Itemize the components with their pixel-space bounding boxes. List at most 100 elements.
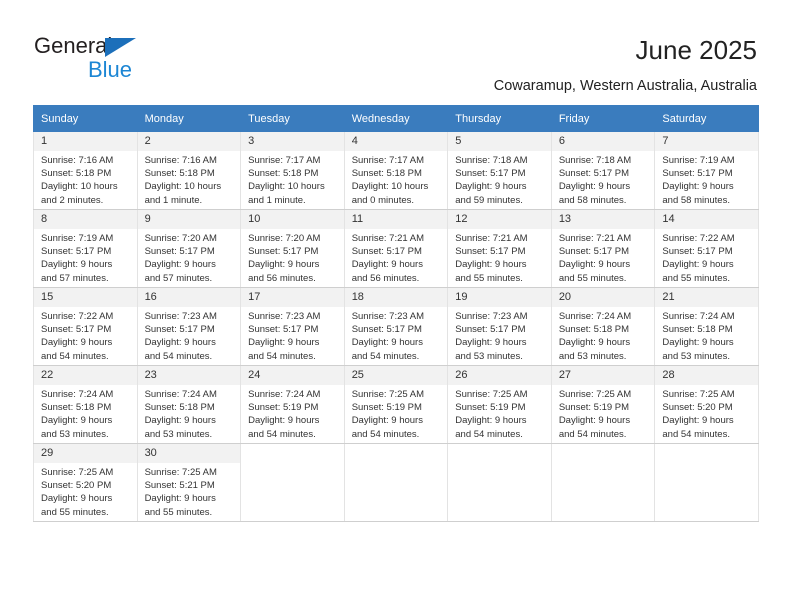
day-number — [344, 444, 448, 450]
sunset-text: Sunset: 5:18 PM — [558, 324, 630, 336]
sunrise-text: Sunrise: 7:23 AM — [144, 311, 217, 322]
logo-text-general: General — [34, 33, 113, 58]
day-cell[interactable]: 28 Sunrise: 7:25 AM Sunset: 5:20 PM Dayl… — [654, 365, 759, 444]
day-cell[interactable]: 4 Sunrise: 7:17 AM Sunset: 5:18 PM Dayli… — [343, 131, 449, 210]
day-details: Sunrise: 7:20 AM Sunset: 5:17 PM Dayligh… — [241, 229, 344, 285]
day-cell[interactable]: 22 Sunrise: 7:24 AM Sunset: 5:18 PM Dayl… — [33, 365, 138, 444]
day-cell[interactable]: 12 Sunrise: 7:21 AM Sunset: 5:17 PM Dayl… — [447, 209, 552, 288]
daylight-text-line2: and 1 minute. — [248, 194, 306, 206]
daylight-text-line1: Daylight: 10 hours — [144, 181, 222, 193]
weekday-header-friday: Friday — [550, 105, 656, 132]
day-number: 10 — [241, 210, 344, 229]
calendar-week-row: 8 Sunrise: 7:19 AM Sunset: 5:17 PM Dayli… — [33, 209, 759, 288]
sunset-text: Sunset: 5:18 PM — [144, 168, 215, 180]
day-details: Sunrise: 7:24 AM Sunset: 5:18 PM Dayligh… — [138, 385, 241, 441]
day-details: Sunrise: 7:24 AM Sunset: 5:19 PM Dayligh… — [241, 385, 344, 441]
daylight-text-line2: and 55 minutes. — [455, 272, 523, 284]
day-cell[interactable]: 24 Sunrise: 7:24 AM Sunset: 5:19 PM Dayl… — [240, 365, 345, 444]
daylight-text-line1: Daylight: 9 hours — [662, 415, 734, 427]
daylight-text-line2: and 2 minutes. — [41, 194, 104, 206]
day-number: 20 — [551, 288, 655, 307]
day-number: 6 — [551, 132, 655, 151]
daylight-text-line2: and 57 minutes. — [41, 272, 109, 284]
day-cell[interactable]: 15 Sunrise: 7:22 AM Sunset: 5:17 PM Dayl… — [33, 287, 138, 366]
day-cell[interactable]: 6 Sunrise: 7:18 AM Sunset: 5:17 PM Dayli… — [550, 131, 656, 210]
daylight-text-line1: Daylight: 9 hours — [248, 259, 320, 271]
day-cell[interactable]: 29 Sunrise: 7:25 AM Sunset: 5:20 PM Dayl… — [33, 443, 138, 522]
sunrise-text: Sunrise: 7:23 AM — [455, 311, 528, 322]
day-details: Sunrise: 7:25 AM Sunset: 5:20 PM Dayligh… — [655, 385, 758, 441]
day-cell[interactable]: 16 Sunrise: 7:23 AM Sunset: 5:17 PM Dayl… — [136, 287, 242, 366]
sunset-text: Sunset: 5:17 PM — [455, 168, 526, 180]
day-cell[interactable]: 2 Sunrise: 7:16 AM Sunset: 5:18 PM Dayli… — [136, 131, 242, 210]
day-cell[interactable]: 18 Sunrise: 7:23 AM Sunset: 5:17 PM Dayl… — [343, 287, 449, 366]
day-details: Sunrise: 7:19 AM Sunset: 5:17 PM Dayligh… — [655, 151, 758, 207]
day-cell[interactable]: 25 Sunrise: 7:25 AM Sunset: 5:19 PM Dayl… — [343, 365, 449, 444]
sunset-text: Sunset: 5:19 PM — [558, 402, 630, 414]
sunset-text: Sunset: 5:17 PM — [662, 246, 733, 258]
sunrise-text: Sunrise: 7:20 AM — [248, 233, 321, 244]
day-number: 4 — [344, 132, 448, 151]
day-number: 30 — [137, 444, 241, 463]
daylight-text-line1: Daylight: 10 hours — [351, 181, 429, 193]
day-cell[interactable]: 23 Sunrise: 7:24 AM Sunset: 5:18 PM Dayl… — [136, 365, 242, 444]
day-cell[interactable]: 19 Sunrise: 7:23 AM Sunset: 5:17 PM Dayl… — [447, 287, 552, 366]
weekday-header-tuesday: Tuesday — [240, 105, 345, 132]
day-cell[interactable]: 11 Sunrise: 7:21 AM Sunset: 5:17 PM Dayl… — [343, 209, 449, 288]
daylight-text-line2: and 54 minutes. — [248, 428, 316, 440]
sunrise-text: Sunrise: 7:24 AM — [144, 389, 217, 400]
sunrise-text: Sunrise: 7:21 AM — [558, 233, 632, 244]
day-cell[interactable]: 14 Sunrise: 7:22 AM Sunset: 5:17 PM Dayl… — [654, 209, 759, 288]
daylight-text-line1: Daylight: 9 hours — [558, 415, 631, 427]
day-details: Sunrise: 7:21 AM Sunset: 5:17 PM Dayligh… — [448, 229, 551, 285]
sunset-text: Sunset: 5:17 PM — [455, 324, 526, 336]
day-details: Sunrise: 7:16 AM Sunset: 5:18 PM Dayligh… — [34, 151, 137, 207]
day-number: 16 — [137, 288, 241, 307]
day-cell[interactable]: 9 Sunrise: 7:20 AM Sunset: 5:17 PM Dayli… — [136, 209, 242, 288]
day-cell[interactable]: 20 Sunrise: 7:24 AM Sunset: 5:18 PM Dayl… — [550, 287, 656, 366]
daylight-text-line2: and 58 minutes. — [558, 194, 627, 206]
day-number: 15 — [34, 288, 137, 307]
day-number: 24 — [241, 366, 344, 385]
day-details: Sunrise: 7:18 AM Sunset: 5:17 PM Dayligh… — [448, 151, 551, 207]
day-cell[interactable]: 26 Sunrise: 7:25 AM Sunset: 5:19 PM Dayl… — [447, 365, 552, 444]
daylight-text-line2: and 53 minutes. — [662, 350, 730, 362]
day-number: 27 — [551, 366, 655, 385]
day-cell[interactable]: 13 Sunrise: 7:21 AM Sunset: 5:17 PM Dayl… — [550, 209, 656, 288]
day-cell[interactable]: 5 Sunrise: 7:18 AM Sunset: 5:17 PM Dayli… — [447, 131, 552, 210]
day-cell[interactable]: 30 Sunrise: 7:25 AM Sunset: 5:21 PM Dayl… — [136, 443, 242, 522]
sunset-text: Sunset: 5:20 PM — [662, 402, 733, 414]
daylight-text-line2: and 55 minutes. — [41, 506, 109, 518]
daylight-text-line1: Daylight: 9 hours — [455, 259, 527, 271]
day-number: 3 — [241, 132, 344, 151]
daylight-text-line1: Daylight: 9 hours — [558, 259, 631, 271]
sunset-text: Sunset: 5:17 PM — [248, 324, 319, 336]
day-details: Sunrise: 7:24 AM Sunset: 5:18 PM Dayligh… — [552, 307, 655, 363]
day-cell[interactable]: 7 Sunrise: 7:19 AM Sunset: 5:17 PM Dayli… — [654, 131, 759, 210]
day-cell[interactable]: 10 Sunrise: 7:20 AM Sunset: 5:17 PM Dayl… — [240, 209, 345, 288]
general-blue-logo[interactable]: General Blue — [34, 33, 184, 83]
sunset-text: Sunset: 5:19 PM — [351, 402, 422, 414]
daylight-text-line2: and 53 minutes. — [455, 350, 523, 362]
daylight-text-line1: Daylight: 9 hours — [455, 181, 527, 193]
day-cell[interactable]: 1 Sunrise: 7:16 AM Sunset: 5:18 PM Dayli… — [33, 131, 138, 210]
day-cell[interactable]: 17 Sunrise: 7:23 AM Sunset: 5:17 PM Dayl… — [240, 287, 345, 366]
weekday-header-saturday: Saturday — [654, 105, 759, 132]
day-number: 1 — [34, 132, 137, 151]
daylight-text-line2: and 55 minutes. — [144, 506, 213, 518]
daylight-text-line2: and 54 minutes. — [351, 350, 420, 362]
daylight-text-line2: and 55 minutes. — [662, 272, 730, 284]
day-cell[interactable]: 27 Sunrise: 7:25 AM Sunset: 5:19 PM Dayl… — [550, 365, 656, 444]
page-title: June 2025 — [635, 35, 757, 65]
day-cell[interactable]: 21 Sunrise: 7:24 AM Sunset: 5:18 PM Dayl… — [654, 287, 759, 366]
sunrise-text: Sunrise: 7:21 AM — [351, 233, 425, 244]
day-number: 29 — [34, 444, 137, 463]
calendar-week-row: 29 Sunrise: 7:25 AM Sunset: 5:20 PM Dayl… — [33, 443, 759, 522]
day-cell[interactable]: 3 Sunrise: 7:17 AM Sunset: 5:18 PM Dayli… — [240, 131, 345, 210]
day-cell[interactable]: 8 Sunrise: 7:19 AM Sunset: 5:17 PM Dayli… — [33, 209, 138, 288]
day-number: 22 — [34, 366, 137, 385]
daylight-text-line1: Daylight: 9 hours — [455, 337, 527, 349]
day-details: Sunrise: 7:21 AM Sunset: 5:17 PM Dayligh… — [552, 229, 655, 285]
sunrise-text: Sunrise: 7:16 AM — [144, 155, 217, 166]
sunset-text: Sunset: 5:17 PM — [351, 324, 422, 336]
